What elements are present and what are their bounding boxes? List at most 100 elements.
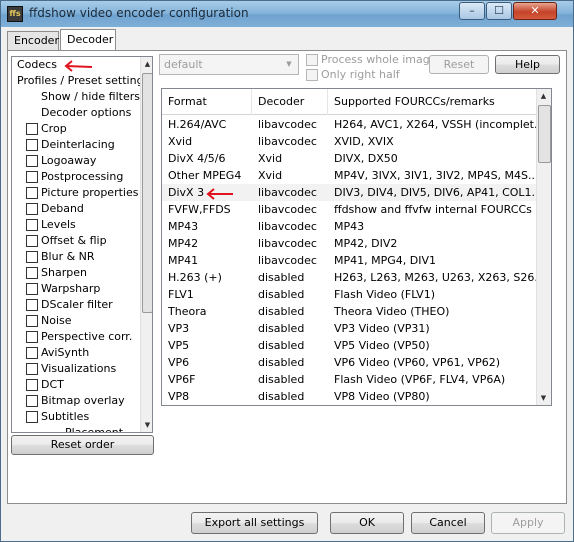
cell-format: VP6F (168, 373, 196, 386)
filter-item-label[interactable]: Picture properties (41, 185, 138, 201)
cell-format: DivX 4/5/6 (168, 152, 226, 165)
tab-decoder[interactable]: Decoder (60, 29, 116, 51)
filter-item-label[interactable]: Offset & flip (41, 233, 107, 249)
cell-decoder: libavcodec (258, 220, 317, 233)
main-window: ffs ffdshow video encoder configuration … (0, 0, 574, 542)
title-bar[interactable]: ffs ffdshow video encoder configuration … (1, 1, 573, 27)
table-row[interactable]: H.263 (+) disabled H263, L263, M263, U263,… (162, 269, 537, 286)
table-row[interactable]: Xvid libavcodec XVID, XVIX (162, 133, 537, 150)
tree-item-profiles[interactable]: Profiles / Preset settings (17, 73, 149, 89)
filter-checkbox[interactable] (26, 171, 38, 183)
filter-item-label[interactable]: Levels (41, 217, 76, 233)
annotation-arrow-icon (64, 60, 93, 72)
filter-checkbox[interactable] (26, 139, 38, 151)
cell-decoder: Xvid (258, 152, 283, 165)
filter-item-label[interactable]: Bitmap overlay (41, 393, 125, 409)
column-header-format[interactable]: Format (162, 89, 252, 115)
tree-item-show-hide-filters[interactable]: Show / hide filters (41, 89, 140, 105)
filter-checkbox[interactable] (26, 203, 38, 215)
filter-item-label[interactable]: AviSynth (41, 345, 89, 361)
cell-format: Xvid (168, 135, 193, 148)
filter-item-label[interactable]: Noise (41, 313, 72, 329)
filter-item-label[interactable]: Warpsharp (41, 281, 100, 297)
filter-checkbox[interactable] (26, 379, 38, 391)
filter-checkbox[interactable] (26, 347, 38, 359)
filter-item-label[interactable]: Logoaway (41, 153, 96, 169)
tree-item-placement[interactable]: Placement (65, 425, 123, 432)
filter-checkbox[interactable] (26, 187, 38, 199)
chevron-down-icon: ▼ (286, 60, 292, 68)
close-button[interactable]: ✕ (513, 2, 557, 20)
cell-format: VP3 (168, 322, 190, 335)
filter-checkbox[interactable] (26, 363, 38, 375)
list-scroll-thumb[interactable] (538, 105, 551, 163)
ok-button[interactable]: OK (330, 512, 404, 534)
filter-item-label[interactable]: DCT (41, 377, 64, 393)
minimize-button[interactable]: – (459, 2, 485, 20)
tree-scroll-thumb[interactable] (142, 73, 152, 313)
table-row[interactable]: H.264/AVC libavcodec H264, AVC1, X264, VSS… (162, 116, 537, 133)
cell-decoder: libavcodec (258, 118, 317, 131)
table-row[interactable]: VP6 disabled VP6 Video (VP60, VP61, VP62) (162, 354, 537, 371)
tab-encoder[interactable]: Encoder (7, 31, 59, 50)
scroll-down-icon[interactable]: ▼ (537, 391, 550, 405)
table-row[interactable]: MP42 libavcodec MP42, DIV2 (162, 235, 537, 252)
cell-format: FVFW,FFDS (168, 203, 231, 216)
maximize-button[interactable]: ☐ (486, 2, 512, 20)
codecs-table[interactable]: Format Decoder Supported FOURCCs/remarks… (161, 88, 552, 406)
table-row[interactable]: FLV1 disabled Flash Video (FLV1) (162, 286, 537, 303)
filter-checkbox[interactable] (26, 251, 38, 263)
filter-checkbox[interactable] (26, 219, 38, 231)
filter-checkbox[interactable] (26, 267, 38, 279)
filter-item-label[interactable]: Perspective corr. (41, 329, 132, 345)
list-scrollbar[interactable]: ▲ ▼ (536, 89, 551, 405)
scroll-up-icon[interactable]: ▲ (537, 89, 550, 103)
column-header-decoder[interactable]: Decoder (252, 89, 328, 115)
scroll-down-icon[interactable]: ▼ (141, 418, 152, 432)
cell-fourcc: VP6 Video (VP60, VP61, VP62) (334, 356, 501, 369)
table-row[interactable]: VP8 disabled VP8 Video (VP80) (162, 388, 537, 405)
settings-tree[interactable]: Codecs Profiles / Preset settings Show /… (11, 56, 153, 433)
filter-checkbox[interactable] (26, 283, 38, 295)
export-all-settings-button[interactable]: Export all settings (191, 512, 318, 534)
tree-scrollbar[interactable]: ▲ ▼ (140, 57, 152, 432)
filter-item-label[interactable]: DScaler filter (41, 297, 113, 313)
tree-item-decoder-options[interactable]: Decoder options (41, 105, 131, 121)
cancel-button[interactable]: Cancel (411, 512, 485, 534)
table-row[interactable]: DivX 4/5/6 Xvid DIVX, DX50 (162, 150, 537, 167)
table-row[interactable]: VP5 disabled VP5 Video (VP50) (162, 337, 537, 354)
filter-item-label[interactable]: Sharpen (41, 265, 87, 281)
filter-item-label[interactable]: Subtitles (41, 409, 89, 425)
filter-checkbox[interactable] (26, 155, 38, 167)
filter-checkbox[interactable] (26, 395, 38, 407)
cell-fourcc: VP3 Video (VP31) (334, 322, 430, 335)
cell-format: MP42 (168, 237, 199, 250)
filter-item-label[interactable]: Deband (41, 201, 84, 217)
table-row[interactable]: VP6F disabled Flash Video (VP6F, FLV4, VP6… (162, 371, 537, 388)
table-row[interactable]: MP41 libavcodec MP41, MPG4, DIV1 (162, 252, 537, 269)
filter-checkbox[interactable] (26, 315, 38, 327)
filter-checkbox[interactable] (26, 123, 38, 135)
filter-item-label[interactable]: Crop (41, 121, 67, 137)
table-row[interactable]: MP43 libavcodec MP43 (162, 218, 537, 235)
filter-item-label[interactable]: Postprocessing (41, 169, 123, 185)
filter-checkbox[interactable] (26, 299, 38, 311)
table-row[interactable]: Theora disabled Theora Video (THEO) (162, 303, 537, 320)
table-row[interactable]: VP3 disabled VP3 Video (VP31) (162, 320, 537, 337)
filter-checkbox[interactable] (26, 235, 38, 247)
filter-checkbox[interactable] (26, 411, 38, 423)
filter-item-label[interactable]: Blur & NR (41, 249, 95, 265)
filter-item-label[interactable]: Deinterlacing (41, 137, 115, 153)
table-row[interactable]: FVFW,FFDS libavcodec ffdshow and ffvfw int… (162, 201, 537, 218)
filter-checkbox[interactable] (26, 331, 38, 343)
filter-item-label[interactable]: Visualizations (41, 361, 116, 377)
help-button[interactable]: Help (495, 55, 560, 74)
cell-decoder: libavcodec (258, 237, 317, 250)
reset-order-button[interactable]: Reset order (11, 435, 154, 455)
tree-item-codecs[interactable]: Codecs (17, 57, 57, 73)
column-header-fourcc[interactable]: Supported FOURCCs/remarks (328, 89, 537, 115)
table-row[interactable]: Other MPEG4 Xvid MP4V, 3IVX, 3IV1, 3IV2, M… (162, 167, 537, 184)
scroll-up-icon[interactable]: ▲ (141, 57, 152, 71)
cell-format: VP5 (168, 339, 190, 352)
window-title: ffdshow video encoder configuration (29, 6, 249, 20)
